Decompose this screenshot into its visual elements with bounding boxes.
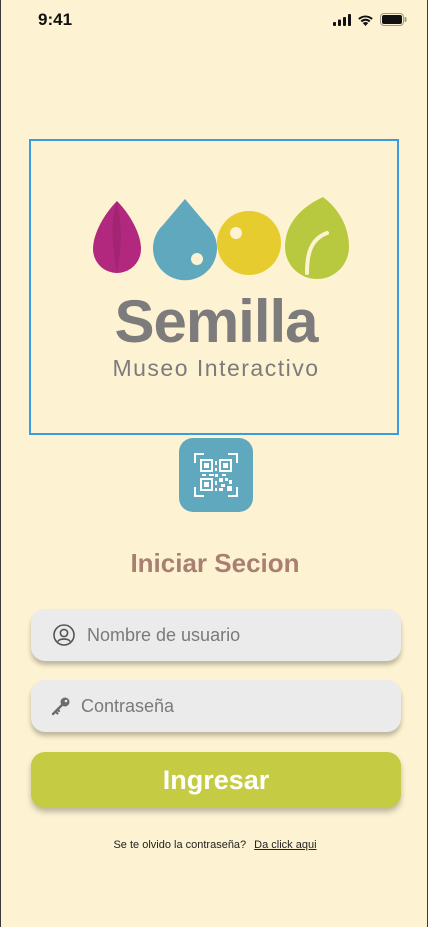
forgot-password-link[interactable]: Da click aqui xyxy=(254,839,316,851)
forgot-password-text: Se te olvido la contraseña? xyxy=(113,839,247,851)
semilla-logo-icon xyxy=(93,197,349,281)
wifi-icon xyxy=(358,14,373,26)
signal-icon xyxy=(333,13,351,26)
forgot-password-row: Se te olvido la contraseña? Da click aqui xyxy=(1,839,428,851)
logo-tagline: Museo Interactivo xyxy=(112,355,320,381)
battery-icon xyxy=(380,13,407,26)
qr-code-icon xyxy=(194,453,238,497)
login-submit-button[interactable]: Ingresar xyxy=(31,752,401,808)
password-input[interactable] xyxy=(81,680,401,732)
logo-frame: Semilla Museo Interactivo xyxy=(29,139,399,435)
username-input[interactable] xyxy=(87,609,401,661)
key-icon xyxy=(51,697,70,716)
status-bar: 9:41 xyxy=(1,0,428,44)
status-time: 9:41 xyxy=(38,10,73,29)
password-field[interactable] xyxy=(31,680,401,732)
username-field[interactable] xyxy=(31,609,401,661)
user-icon xyxy=(53,624,75,646)
qr-scan-button[interactable] xyxy=(179,438,253,512)
logo-brand-name: Semilla xyxy=(114,288,318,355)
status-icons xyxy=(333,13,407,26)
login-title: Iniciar Secion xyxy=(130,548,300,578)
